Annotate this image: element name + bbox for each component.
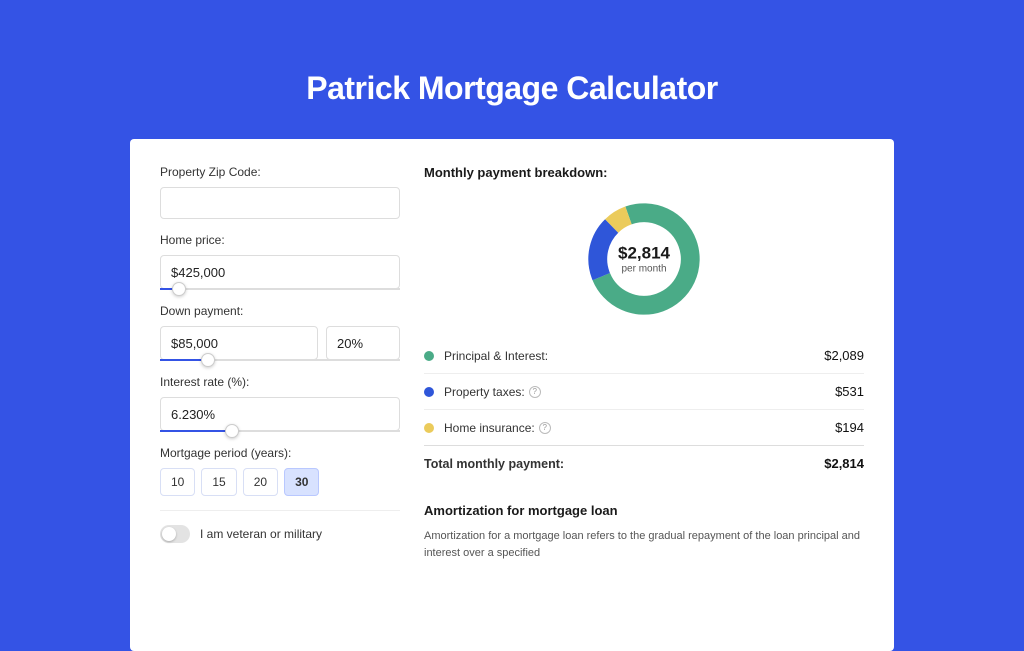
down-percent-input[interactable] xyxy=(326,326,400,360)
legend-label: Principal & Interest: xyxy=(444,349,824,363)
zip-input[interactable] xyxy=(160,187,400,219)
period-label: Mortgage period (years): xyxy=(160,446,400,460)
period-button-20[interactable]: 20 xyxy=(243,468,278,496)
price-input[interactable] xyxy=(160,255,400,289)
amortization-title: Amortization for mortgage loan xyxy=(424,503,864,518)
legend-total-row: Total monthly payment:$2,814 xyxy=(424,445,864,481)
period-options: 10152030 xyxy=(160,468,400,496)
legend-row: Principal & Interest:$2,089 xyxy=(424,338,864,373)
rate-slider-thumb[interactable] xyxy=(225,424,239,438)
legend-dot xyxy=(424,351,434,361)
amortization-text: Amortization for a mortgage loan refers … xyxy=(424,528,864,561)
period-button-10[interactable]: 10 xyxy=(160,468,195,496)
donut-center: $2,814 per month xyxy=(618,244,670,275)
legend-dot xyxy=(424,387,434,397)
legend-total-value: $2,814 xyxy=(824,456,864,471)
calculator-card: Property Zip Code: Home price: Down paym… xyxy=(130,139,894,651)
legend-row: Home insurance:?$194 xyxy=(424,409,864,445)
down-slider[interactable] xyxy=(160,359,400,361)
donut-chart: $2,814 per month xyxy=(583,198,705,320)
page-title: Patrick Mortgage Calculator xyxy=(0,0,1024,139)
rate-input[interactable] xyxy=(160,397,400,431)
down-slider-thumb[interactable] xyxy=(201,353,215,367)
veteran-toggle-row: I am veteran or military xyxy=(160,510,400,543)
breakdown-column: Monthly payment breakdown: $2,814 per mo… xyxy=(424,165,864,651)
legend-value: $531 xyxy=(835,384,864,399)
legend-value: $194 xyxy=(835,420,864,435)
period-group: Mortgage period (years): 10152030 xyxy=(160,446,400,496)
legend-total-label: Total monthly payment: xyxy=(424,457,824,471)
info-icon[interactable]: ? xyxy=(529,386,541,398)
donut-subtitle: per month xyxy=(618,264,670,275)
rate-label: Interest rate (%): xyxy=(160,375,400,389)
info-icon[interactable]: ? xyxy=(539,422,551,434)
donut-total: $2,814 xyxy=(618,244,670,264)
inputs-column: Property Zip Code: Home price: Down paym… xyxy=(160,165,400,651)
legend-label: Property taxes:? xyxy=(444,385,835,399)
price-slider[interactable] xyxy=(160,288,400,290)
down-label: Down payment: xyxy=(160,304,400,318)
rate-slider[interactable] xyxy=(160,430,400,432)
legend-row: Property taxes:?$531 xyxy=(424,373,864,409)
veteran-label: I am veteran or military xyxy=(200,527,322,541)
breakdown-title: Monthly payment breakdown: xyxy=(424,165,864,180)
legend-dot xyxy=(424,423,434,433)
veteran-toggle[interactable] xyxy=(160,525,190,543)
zip-group: Property Zip Code: xyxy=(160,165,400,219)
price-group: Home price: xyxy=(160,233,400,290)
donut-chart-wrap: $2,814 per month xyxy=(424,190,864,338)
zip-label: Property Zip Code: xyxy=(160,165,400,179)
rate-slider-fill xyxy=(160,430,232,432)
price-label: Home price: xyxy=(160,233,400,247)
period-button-30[interactable]: 30 xyxy=(284,468,319,496)
legend-label: Home insurance:? xyxy=(444,421,835,435)
down-amount-input[interactable] xyxy=(160,326,318,360)
down-group: Down payment: xyxy=(160,304,400,361)
period-button-15[interactable]: 15 xyxy=(201,468,236,496)
rate-group: Interest rate (%): xyxy=(160,375,400,432)
toggle-knob xyxy=(162,527,176,541)
legend: Principal & Interest:$2,089Property taxe… xyxy=(424,338,864,481)
price-slider-thumb[interactable] xyxy=(172,282,186,296)
legend-value: $2,089 xyxy=(824,348,864,363)
